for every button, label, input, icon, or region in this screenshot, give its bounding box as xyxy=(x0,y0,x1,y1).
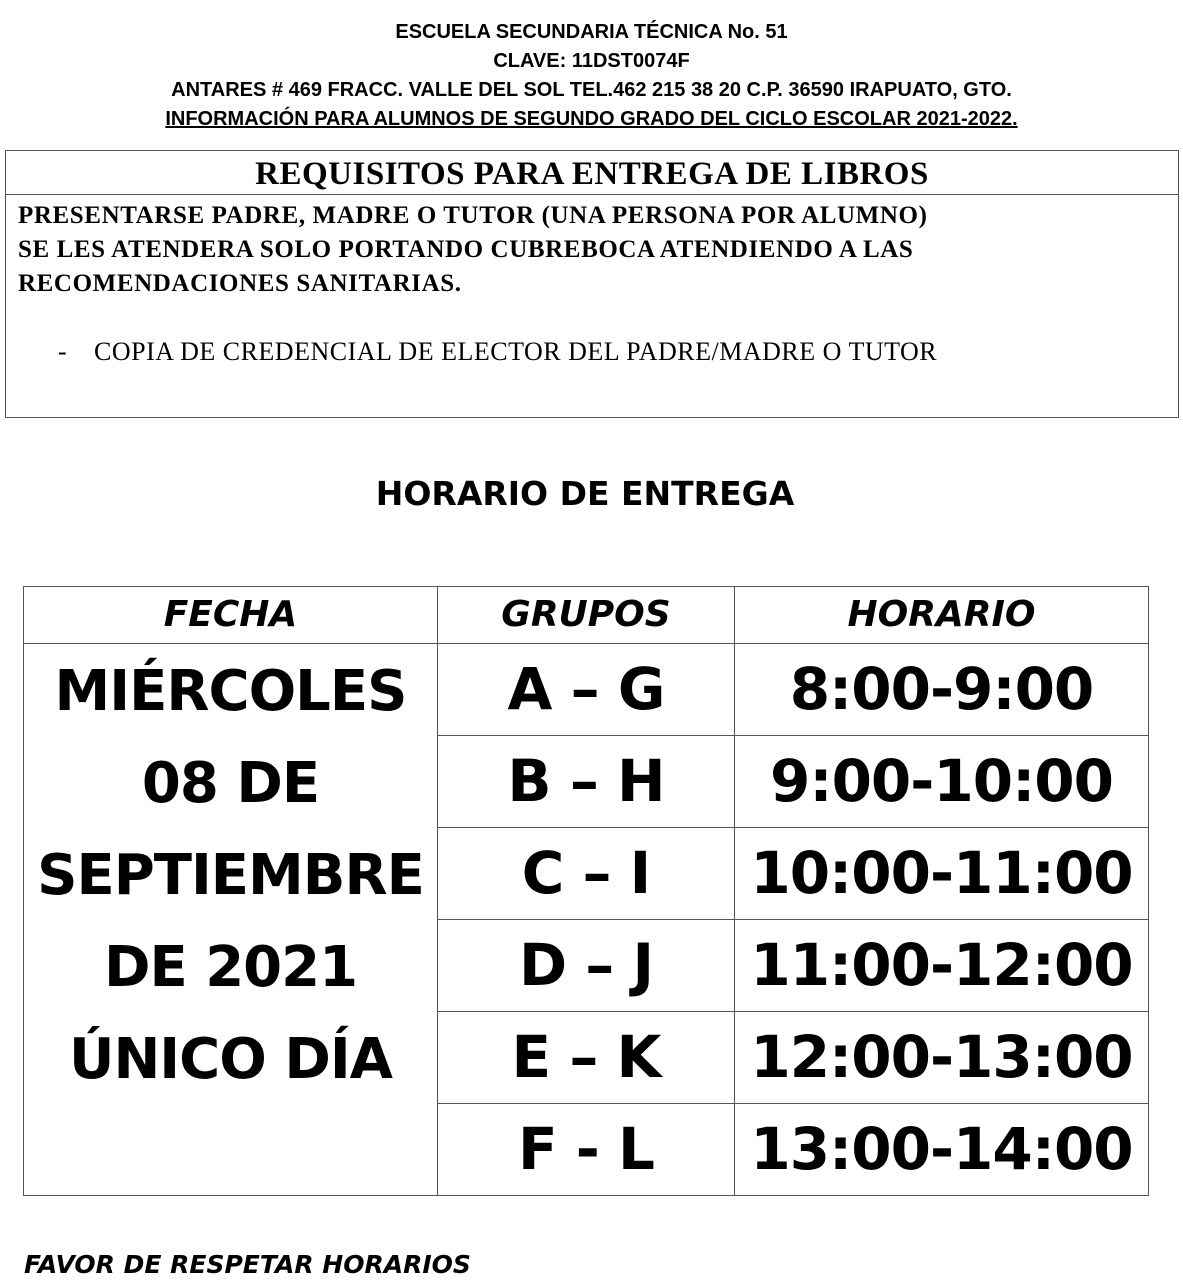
time-cell: 11:00-12:00 xyxy=(734,919,1149,1012)
groups-cell: E – K xyxy=(437,1011,735,1104)
school-clave: CLAVE: 11DST0074F xyxy=(493,50,690,72)
time-cell: 12:00-13:00 xyxy=(734,1011,1149,1104)
header-time: HORARIO xyxy=(734,586,1149,644)
date-line: SEPTIEMBRE xyxy=(37,843,425,908)
requirements-line: SE LES ATENDERA SOLO PORTANDO CUBREBOCA … xyxy=(18,236,914,263)
requirements-title: REQUISITOS PARA ENTREGA DE LIBROS xyxy=(6,151,1178,195)
list-item-text: COPIA DE CREDENCIAL DE ELECTOR DEL PADRE… xyxy=(94,337,938,366)
requirements-text: PRESENTARSE PADRE, MADRE O TUTOR (UNA PE… xyxy=(6,195,1178,301)
requirements-line: RECOMENDACIONES SANITARIAS. xyxy=(18,270,462,297)
groups-cell: D – J xyxy=(437,919,735,1012)
table-row: MIÉRCOLES 08 DE SEPTIEMBRE DE 2021 ÚNICO… xyxy=(23,643,1149,1196)
header-groups: GRUPOS xyxy=(437,586,735,644)
schedule-table: FECHA GRUPOS HORARIO MIÉRCOLES 08 DE SEP… xyxy=(23,586,1149,1196)
table-header-row: FECHA GRUPOS HORARIO xyxy=(23,586,1149,644)
date-line: ÚNICO DÍA xyxy=(68,1027,393,1092)
time-cell: 10:00-11:00 xyxy=(734,827,1149,920)
groups-cell: F - L xyxy=(437,1103,735,1196)
school-name: ESCUELA SECUNDARIA TÉCNICA No. 51 xyxy=(395,21,788,43)
date-line: 08 DE xyxy=(141,751,320,816)
time-cell: 9:00-10:00 xyxy=(734,735,1149,828)
groups-cell: B – H xyxy=(437,735,735,828)
footer-note: FAVOR DE RESPETAR HORARIOS xyxy=(24,1250,471,1279)
header-date: FECHA xyxy=(23,586,438,644)
time-cell: 13:00-14:00 xyxy=(734,1103,1149,1196)
groups-cell: A – G xyxy=(437,643,735,736)
date-line: MIÉRCOLES xyxy=(54,659,408,724)
date-cell: MIÉRCOLES 08 DE SEPTIEMBRE DE 2021 ÚNICO… xyxy=(23,643,438,1196)
list-bullet: - xyxy=(58,337,68,366)
requirements-box: REQUISITOS PARA ENTREGA DE LIBROS PRESEN… xyxy=(5,150,1179,418)
requirements-line: PRESENTARSE PADRE, MADRE O TUTOR (UNA PE… xyxy=(18,202,928,229)
info-subtitle: INFORMACIÓN PARA ALUMNOS DE SEGUNDO GRAD… xyxy=(165,108,1018,130)
requirements-list-item: - COPIA DE CREDENCIAL DE ELECTOR DEL PADR… xyxy=(58,336,937,368)
schedule-title: HORARIO DE ENTREGA xyxy=(375,474,795,513)
school-address: ANTARES # 469 FRACC. VALLE DEL SOL TEL.4… xyxy=(171,79,1012,101)
date-line: DE 2021 xyxy=(103,935,358,1000)
time-cell: 8:00-9:00 xyxy=(734,643,1149,736)
requirements-list: - COPIA DE CREDENCIAL DE ELECTOR DEL PADR… xyxy=(58,336,937,368)
document-header: ESCUELA SECUNDARIA TÉCNICA No. 51 CLAVE:… xyxy=(0,18,1183,134)
groups-cell: C – I xyxy=(437,827,735,920)
